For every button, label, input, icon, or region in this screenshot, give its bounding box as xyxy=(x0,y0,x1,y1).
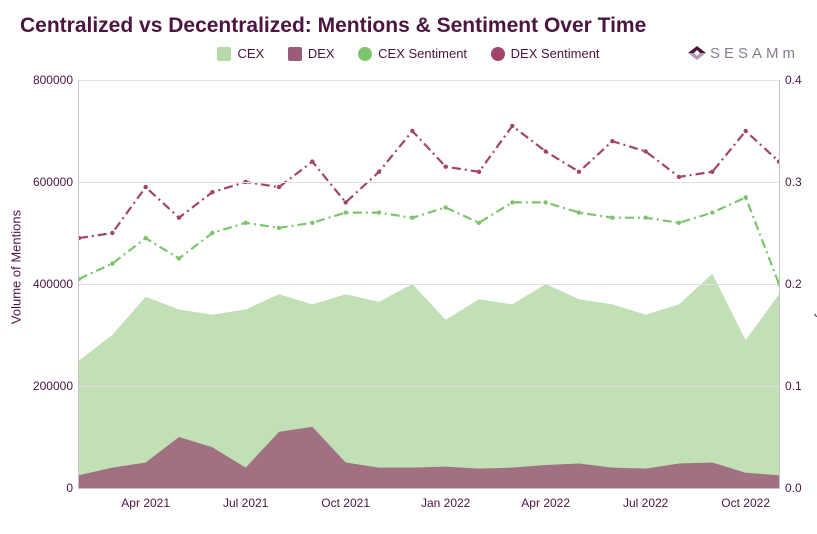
line-dex-sentiment-dot xyxy=(743,129,747,133)
legend-label: CEX Sentiment xyxy=(378,46,467,61)
line-cex-sentiment-dot xyxy=(477,221,481,225)
legend-label: CEX xyxy=(237,46,264,61)
chart-title: Centralized vs Decentralized: Mentions &… xyxy=(20,14,646,38)
line-dex-sentiment-dot xyxy=(110,231,114,235)
line-dex-sentiment-dot xyxy=(177,216,181,220)
line-cex-sentiment-dot xyxy=(410,216,414,220)
line-cex-sentiment-dot xyxy=(143,236,147,240)
x-tick: Jan 2022 xyxy=(421,496,470,510)
x-tick: Jul 2022 xyxy=(623,496,668,510)
grid-line xyxy=(79,386,779,387)
y2-tick: 0.1 xyxy=(785,379,802,393)
grid-line xyxy=(79,80,779,81)
line-dex-sentiment-dot xyxy=(710,170,714,174)
line-dex-sentiment-dot xyxy=(210,190,214,194)
line-cex-sentiment-dot xyxy=(277,226,281,230)
line-cex-sentiment-dot xyxy=(110,261,114,265)
line-dex-sentiment-dot xyxy=(643,149,647,153)
line-dex-sentiment-dot xyxy=(343,200,347,204)
line-cex-sentiment-dot xyxy=(577,210,581,214)
y2-tick: 0.0 xyxy=(785,481,802,495)
line-cex-sentiment-dot xyxy=(677,221,681,225)
x-tick: Jul 2021 xyxy=(223,496,268,510)
legend-label: DEX Sentiment xyxy=(511,46,600,61)
chart-container: Centralized vs Decentralized: Mentions &… xyxy=(0,0,817,534)
line-dex-sentiment-dot xyxy=(79,236,81,240)
line-dex-sentiment-dot xyxy=(143,185,147,189)
plot-area: 02000004000006000008000000.00.10.20.30.4… xyxy=(78,80,780,489)
line-dex-sentiment-dot xyxy=(310,159,314,163)
legend-item-dex-sent[interactable]: DEX Sentiment xyxy=(491,46,600,61)
y2-axis-label: Sentiment Polarity xyxy=(814,214,817,320)
line-dex-sentiment-dot xyxy=(510,124,514,128)
legend-label: DEX xyxy=(308,46,335,61)
swatch-cex xyxy=(217,47,231,61)
y-tick: 600000 xyxy=(33,175,73,189)
line-dex-sentiment-dot xyxy=(610,139,614,143)
line-dex-sentiment-dot xyxy=(277,185,281,189)
brand-text: SESAMm xyxy=(710,45,799,62)
y-tick: 0 xyxy=(66,481,73,495)
line-dex-sentiment-dot xyxy=(543,149,547,153)
line-cex-sentiment-dot xyxy=(377,210,381,214)
line-dex-sentiment-dot xyxy=(477,170,481,174)
line-cex-sentiment-dot xyxy=(177,256,181,260)
legend-item-dex[interactable]: DEX xyxy=(288,46,335,61)
legend-item-cex[interactable]: CEX xyxy=(217,46,264,61)
line-cex-sentiment-dot xyxy=(310,221,314,225)
x-tick: Oct 2021 xyxy=(321,496,370,510)
grid-line xyxy=(79,182,779,183)
y-tick: 200000 xyxy=(33,379,73,393)
brand-icon xyxy=(686,44,708,62)
y2-tick: 0.3 xyxy=(785,175,802,189)
y-tick: 400000 xyxy=(33,277,73,291)
grid-line xyxy=(79,284,779,285)
x-tick: Apr 2022 xyxy=(521,496,570,510)
line-dex-sentiment-dot xyxy=(377,170,381,174)
line-cex-sentiment-dot xyxy=(443,205,447,209)
y2-tick: 0.2 xyxy=(785,277,802,291)
line-cex-sentiment-dot xyxy=(743,195,747,199)
swatch-dex xyxy=(288,47,302,61)
line-cex-sentiment-dot xyxy=(343,210,347,214)
line-cex-sentiment-dot xyxy=(710,210,714,214)
line-cex-sentiment-dot xyxy=(510,200,514,204)
swatch-dex-sent xyxy=(491,47,505,61)
line-cex-sentiment xyxy=(79,197,779,284)
legend-item-cex-sent[interactable]: CEX Sentiment xyxy=(358,46,467,61)
line-dex-sentiment-dot xyxy=(443,165,447,169)
line-dex-sentiment-dot xyxy=(577,170,581,174)
line-dex-sentiment-dot xyxy=(410,129,414,133)
line-dex-sentiment-dot xyxy=(777,159,779,163)
line-cex-sentiment-dot xyxy=(210,231,214,235)
swatch-cex-sent xyxy=(358,47,372,61)
line-cex-sentiment-dot xyxy=(243,221,247,225)
y2-tick: 0.4 xyxy=(785,73,802,87)
x-tick: Apr 2021 xyxy=(121,496,170,510)
y-axis-label: Volume of Mentions xyxy=(9,210,24,324)
x-tick: Oct 2022 xyxy=(721,496,770,510)
line-dex-sentiment-dot xyxy=(677,175,681,179)
y-tick: 800000 xyxy=(33,73,73,87)
brand-logo: SESAMm xyxy=(686,44,799,62)
line-cex-sentiment-dot xyxy=(643,216,647,220)
line-cex-sentiment-dot xyxy=(543,200,547,204)
line-cex-sentiment-dot xyxy=(610,216,614,220)
